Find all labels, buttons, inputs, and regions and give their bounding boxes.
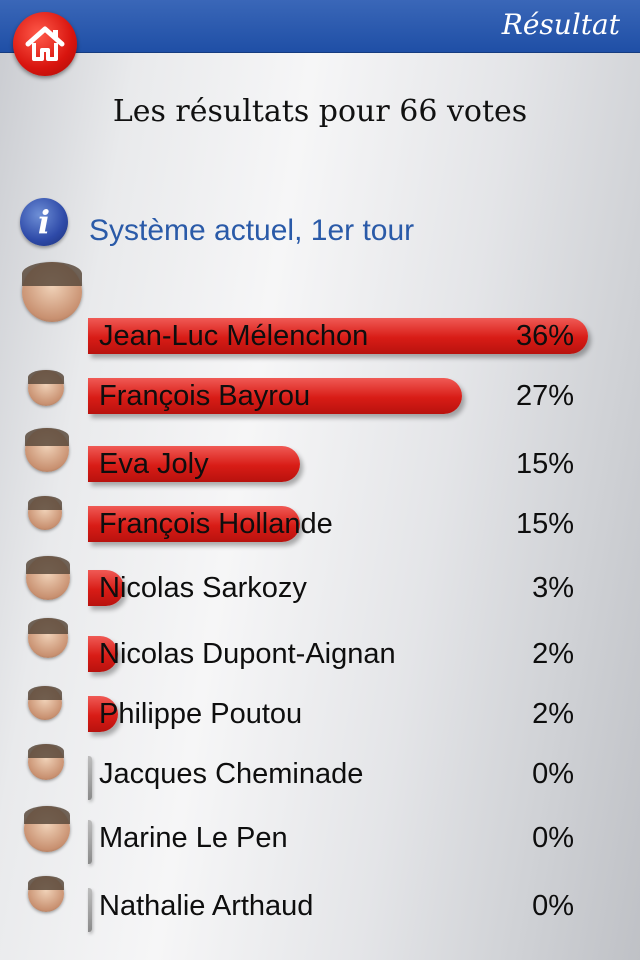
top-bar: Résultat: [0, 0, 640, 53]
candidate-name: Nicolas Sarkozy: [99, 572, 307, 604]
candidate-percent: 0%: [532, 890, 574, 922]
candidate-name: Nathalie Arthaud: [99, 890, 314, 922]
result-row: Jacques Cheminade 0%: [0, 744, 640, 816]
home-button[interactable]: [13, 12, 77, 76]
candidate-name: Nicolas Dupont-Aignan: [99, 638, 396, 670]
result-row: François Hollande 15%: [0, 496, 640, 566]
candidate-percent: 15%: [515, 508, 574, 540]
result-row: Nicolas Dupont-Aignan 2%: [0, 618, 640, 696]
candidate-photo: [28, 744, 64, 780]
result-row: Philippe Poutou 2%: [0, 686, 640, 756]
candidate-photo: [28, 370, 64, 406]
result-row: François Bayrou 27%: [0, 370, 640, 438]
candidate-name: Jacques Cheminade: [99, 758, 364, 790]
candidate-percent: 3%: [532, 572, 574, 604]
results-headline: Les résultats pour 66 votes: [112, 94, 528, 129]
result-row: Nathalie Arthaud 0%: [0, 876, 640, 948]
candidate-photo: [28, 686, 62, 720]
candidate-percent: 0%: [532, 758, 574, 790]
result-row: Nicolas Sarkozy 3%: [0, 556, 640, 630]
candidate-name: Marine Le Pen: [99, 822, 288, 854]
candidate-name: Eva Joly: [99, 448, 209, 480]
candidate-name: Philippe Poutou: [99, 698, 303, 730]
candidate-photo: [28, 496, 62, 530]
candidate-photo: [26, 556, 70, 600]
candidate-percent: 27%: [515, 380, 574, 412]
candidate-percent: 36%: [515, 320, 574, 352]
candidate-name: François Bayrou: [99, 380, 311, 412]
result-bar: [88, 888, 92, 932]
candidate-percent: 0%: [532, 822, 574, 854]
candidate-name: François Hollande: [99, 508, 333, 540]
result-row: Marine Le Pen 0%: [0, 806, 640, 880]
voting-system-title: Système actuel, 1er tour: [89, 214, 415, 247]
screen-title: Résultat: [501, 8, 620, 41]
candidate-photo: [22, 262, 82, 322]
candidate-photo: [25, 428, 69, 472]
result-row: Jean-Luc Mélenchon 36%: [0, 262, 640, 378]
result-bar: [88, 820, 92, 864]
candidate-photo: [28, 618, 68, 658]
candidate-percent: 2%: [532, 638, 574, 670]
candidate-photo: [28, 876, 64, 912]
info-icon[interactable]: i: [20, 198, 68, 246]
home-icon: [25, 26, 65, 61]
candidate-name: Jean-Luc Mélenchon: [99, 320, 369, 352]
candidate-percent: 15%: [515, 448, 574, 480]
result-row: Eva Joly 15%: [0, 428, 640, 506]
candidate-photo: [24, 806, 70, 852]
result-bar: [88, 756, 92, 800]
candidate-percent: 2%: [532, 698, 574, 730]
